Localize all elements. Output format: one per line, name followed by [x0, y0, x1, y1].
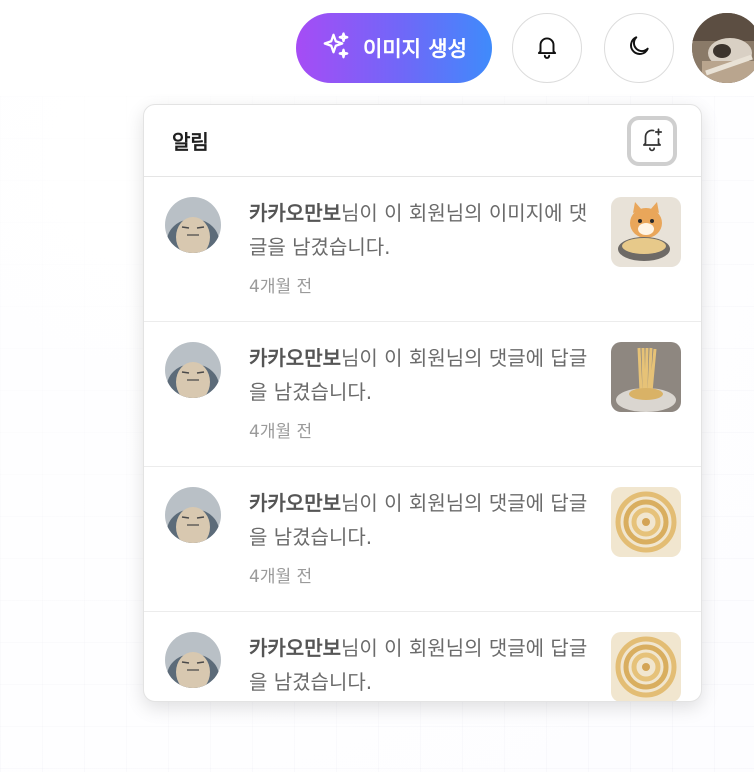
bell-plus-icon — [639, 126, 665, 156]
generate-image-label: 이미지 생성 — [363, 37, 467, 61]
notification-message: 카카오만보님이 이 회원님의 이미지에 댓글을 남겼습니다. — [249, 196, 599, 264]
notification-message: 카카오만보님이 이 회원님의 댓글에 답글을 남겼습니다. — [249, 486, 599, 554]
subscribe-notifications-button[interactable] — [627, 115, 677, 166]
bell-icon — [534, 33, 560, 63]
notification-panel: 알림 카카오만보님이 이 회원님의 이미지에 댓글을 남겼습니다. 4개월 전 … — [143, 104, 702, 702]
notification-author: 카카오만보 — [249, 201, 341, 225]
notification-item[interactable]: 카카오만보님이 이 회원님의 댓글에 답글을 남겼습니다. 4개월 전 — [144, 467, 701, 612]
notification-time: 4개월 전 — [249, 277, 313, 297]
notification-author: 카카오만보 — [249, 636, 341, 660]
notification-message: 카카오만보님이 이 회원님의 댓글에 답글을 남겼습니다. — [249, 631, 599, 699]
avatar — [165, 197, 221, 253]
generate-image-button[interactable]: 이미지 생성 — [296, 13, 492, 83]
notification-author: 카카오만보 — [249, 346, 341, 370]
notification-list: 카카오만보님이 이 회원님의 이미지에 댓글을 남겼습니다. 4개월 전 카카오… — [144, 177, 701, 701]
user-avatar[interactable] — [692, 13, 754, 83]
panel-header: 알림 — [144, 105, 701, 177]
panel-title: 알림 — [172, 130, 209, 154]
notification-item[interactable]: 카카오만보님이 이 회원님의 이미지에 댓글을 남겼습니다. 4개월 전 — [144, 177, 701, 322]
avatar — [165, 487, 221, 543]
moon-icon — [626, 33, 652, 63]
notification-thumbnail — [611, 632, 681, 701]
notification-item[interactable]: 카카오만보님이 이 회원님의 댓글에 답글을 남겼습니다. 4개월 전 — [144, 322, 701, 467]
notification-time: 4개월 전 — [249, 422, 313, 442]
sparkles-icon — [321, 31, 351, 66]
notification-thumbnail — [611, 342, 681, 412]
notification-item[interactable]: 카카오만보님이 이 회원님의 댓글에 답글을 남겼습니다. — [144, 612, 701, 701]
notification-thumbnail — [611, 487, 681, 557]
notification-time: 4개월 전 — [249, 567, 313, 587]
avatar — [165, 632, 221, 688]
notification-thumbnail — [611, 197, 681, 267]
theme-toggle-button[interactable] — [604, 13, 674, 83]
notifications-button[interactable] — [512, 13, 582, 83]
notification-author: 카카오만보 — [249, 491, 341, 515]
avatar — [165, 342, 221, 398]
notification-message: 카카오만보님이 이 회원님의 댓글에 답글을 남겼습니다. — [249, 341, 599, 409]
